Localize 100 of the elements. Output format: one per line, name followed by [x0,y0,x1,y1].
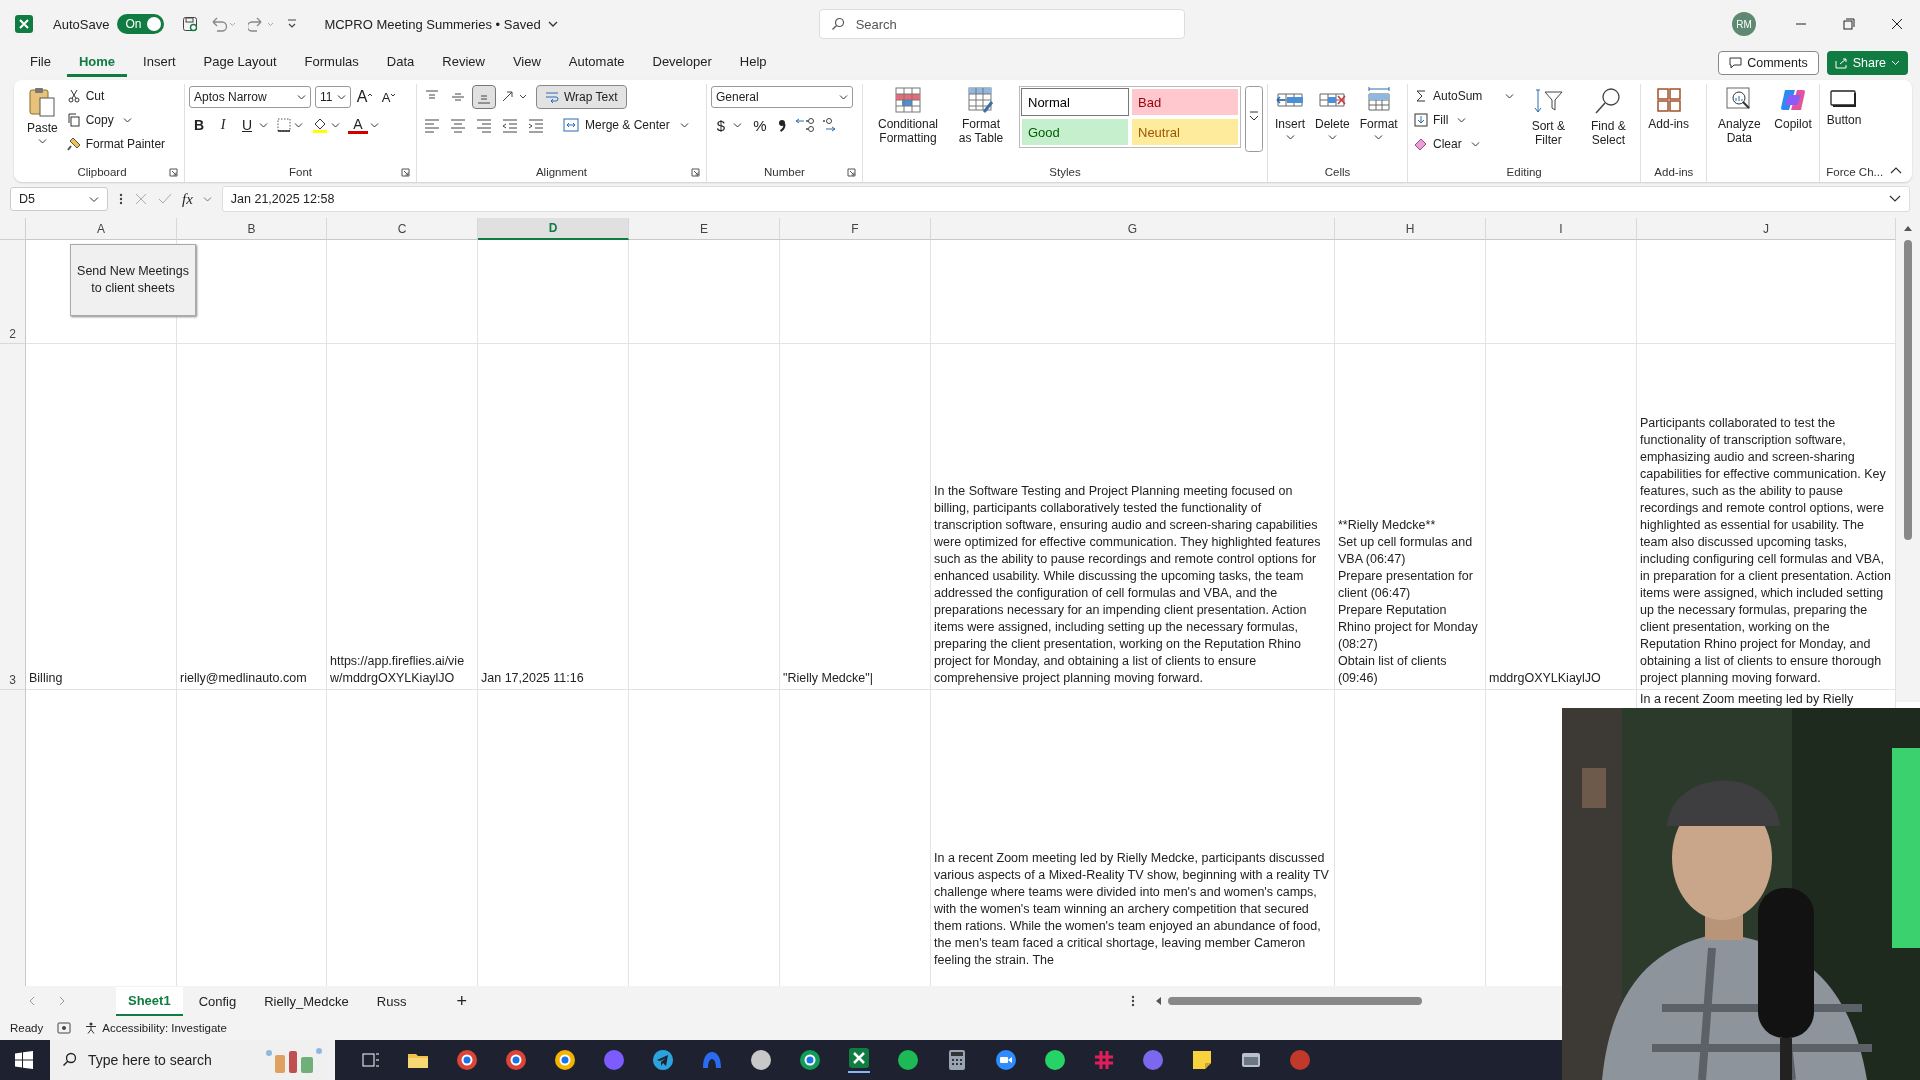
disc-icon[interactable] [750,1049,772,1071]
dome-icon[interactable] [701,1049,723,1071]
browser-icon[interactable] [554,1049,576,1071]
autosave-toggle[interactable]: On [117,14,165,34]
browser-icon[interactable] [505,1049,527,1071]
scroll-left-icon[interactable] [1154,996,1162,1006]
cell-style-swatch[interactable]: Neutral [1132,119,1238,145]
menu-tab[interactable]: Page Layout [191,49,289,77]
paper-plane-icon[interactable] [652,1049,674,1071]
spreadsheet-icon[interactable] [848,1047,870,1073]
macro-record-icon[interactable] [57,1022,72,1034]
fill-color-icon[interactable] [311,116,329,134]
more-options-icon[interactable] [118,192,124,206]
menu-tab[interactable]: Automate [556,49,637,77]
document-title[interactable]: MCPRO Meeting Summeries • Saved [324,16,541,32]
comments-button[interactable]: Comments [1718,51,1819,75]
redo-icon[interactable] [248,16,275,32]
gear-icon[interactable] [1142,1049,1164,1071]
column-header[interactable]: A [26,218,177,240]
bold-button[interactable]: B [189,114,209,136]
dialog-launcher-icon[interactable] [691,168,700,177]
sheet-tab[interactable]: Russ [364,987,419,1015]
currency-button[interactable]: $ [711,114,731,136]
column-header[interactable]: B [177,218,327,240]
browser-icon[interactable] [799,1049,821,1071]
start-icon[interactable] [15,1051,33,1069]
column-header[interactable]: C [327,218,478,240]
collapse-ribbon-icon[interactable] [1890,166,1902,174]
add-ins-button[interactable]: Add-ins [1645,84,1693,133]
sticky-note-icon[interactable] [1191,1049,1213,1071]
music-icon[interactable] [897,1049,919,1071]
clear-button[interactable]: Clear [1412,134,1517,154]
scroll-up-icon[interactable] [1903,224,1913,232]
cell-style-swatch[interactable]: Normal [1022,89,1128,115]
dialog-launcher-icon[interactable] [401,168,410,177]
format-cells-button[interactable]: Format [1356,84,1401,143]
dialog-launcher-icon[interactable] [847,168,856,177]
merge-center-button[interactable]: Merge & Center [559,114,693,136]
share-button[interactable]: Share [1826,51,1908,75]
increase-decimal-icon[interactable] [794,116,816,134]
vertical-scrollbar[interactable] [1896,218,1920,702]
scroll-thumb[interactable] [1168,997,1422,1005]
font-color-button[interactable]: A [348,116,368,134]
conditional-formatting-button[interactable]: Conditional Formatting [867,84,949,147]
phone-icon[interactable] [1044,1049,1066,1071]
column-header[interactable]: J [1637,218,1896,240]
font-name-dropdown[interactable]: Aptos Narrow [189,86,311,108]
column-header[interactable]: I [1486,218,1637,240]
italic-button[interactable]: I [213,114,233,136]
analyze-data-button[interactable]: Analyze Data [1711,84,1768,147]
insert-cells-button[interactable]: Insert [1272,84,1308,143]
save-icon[interactable] [182,16,199,32]
column-header[interactable]: F [780,218,931,240]
sheet-tab[interactable]: Rielly_Medcke [252,987,361,1015]
percent-button[interactable]: % [750,114,770,136]
format-as-table-button[interactable]: Format as Table [953,84,1009,147]
autosum-button[interactable]: AutoSum [1412,86,1517,106]
cell-style-swatch[interactable]: Good [1022,119,1128,145]
formula-field[interactable]: Jan 21,2025 12:58 [221,186,1910,212]
delete-cells-button[interactable]: Delete [1312,84,1353,143]
scroll-thumb[interactable] [1904,240,1912,540]
menu-tab[interactable]: View [500,49,553,77]
menu-tab[interactable]: Data [374,49,427,77]
calculator-icon[interactable] [946,1049,968,1071]
cell-style-swatch[interactable]: Bad [1132,89,1238,115]
search-field[interactable]: Search [818,9,1185,39]
dialog-launcher-icon[interactable] [169,168,178,177]
menu-tab[interactable]: File [18,49,63,77]
form-button[interactable]: Button [1823,84,1865,129]
menu-tab[interactable]: Home [66,49,128,77]
font-size-dropdown[interactable]: 11 [315,86,351,108]
menu-tab[interactable]: Review [430,49,497,77]
copy-button[interactable]: Copy [64,110,168,130]
copilot-button[interactable]: Copilot [1771,84,1815,133]
menu-tab[interactable]: Help [727,49,779,77]
more-options-icon[interactable] [1130,994,1136,1008]
wrap-text-button[interactable]: Wrap Text [537,86,626,108]
underline-button[interactable]: U [237,114,257,136]
caret-icon[interactable] [546,19,559,29]
add-sheet-button[interactable]: + [448,990,475,1012]
sheet-tab[interactable]: Config [186,987,249,1015]
expand-icon[interactable] [1889,195,1901,203]
browser-icon[interactable] [456,1049,478,1071]
undo-icon[interactable] [210,16,237,32]
paste-button[interactable]: Paste [24,84,61,147]
name-box[interactable]: D5 [10,187,108,211]
column-header[interactable]: H [1335,218,1486,240]
menu-tab[interactable]: Formulas [292,49,371,77]
find-select-button[interactable]: Find & Select [1580,84,1637,149]
number-format-dropdown[interactable]: General [711,86,853,108]
format-painter-button[interactable]: Format Painter [64,134,168,154]
row-header[interactable]: 3 [0,344,26,690]
borders-icon[interactable] [276,117,292,133]
column-header[interactable]: E [629,218,780,240]
macro-button[interactable]: Send New Meetings to client sheets [70,244,196,316]
record-icon[interactable] [1289,1049,1311,1071]
row-header[interactable]: 2 [0,240,26,344]
taskbar-search-field[interactable]: Type here to search [50,1040,335,1080]
column-header[interactable]: D [478,218,629,240]
menu-tab[interactable]: Developer [640,49,724,77]
